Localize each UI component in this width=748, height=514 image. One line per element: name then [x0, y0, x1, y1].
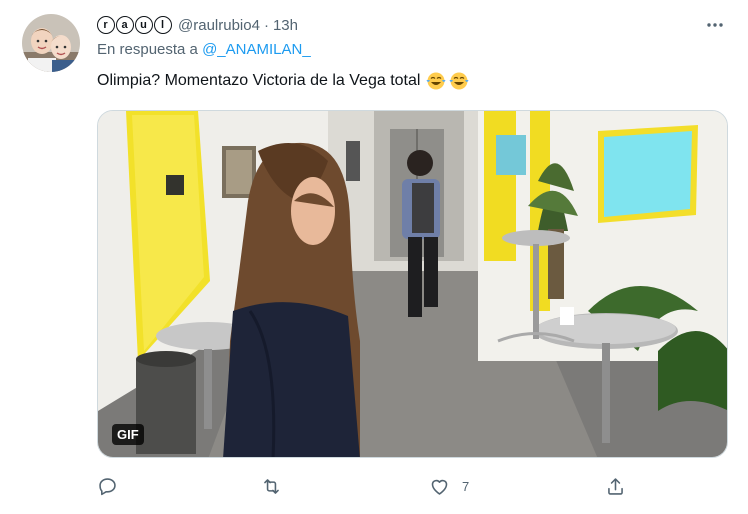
face-with-tears-of-joy-icon [426, 72, 446, 90]
share-icon [608, 477, 623, 495]
tweet-actions: 7 [97, 474, 637, 498]
name-letter: l [154, 16, 172, 34]
more-options-icon[interactable] [704, 14, 726, 36]
reply-icon [99, 477, 116, 495]
like-button[interactable]: 7 [429, 474, 469, 498]
name-letter: r [97, 16, 115, 34]
share-button[interactable] [605, 474, 638, 498]
gif-badge: GIF [112, 424, 144, 445]
tweet-header: r a u l @raulrubio4 · 13h [97, 14, 298, 36]
avatar[interactable] [22, 14, 80, 72]
avatar-image [22, 14, 80, 72]
reply-mention-link[interactable]: @_ANAMILAN_ [202, 41, 311, 58]
separator: · [263, 16, 269, 34]
author-display-name[interactable]: r a u l [97, 16, 173, 34]
reply-context: En respuesta a @_ANAMILAN_ [97, 41, 311, 58]
retweet-button[interactable] [261, 474, 294, 498]
like-count: 7 [462, 478, 470, 494]
heart-icon [431, 479, 448, 495]
name-letter: u [135, 16, 153, 34]
author-handle[interactable]: @raulrubio4 [178, 17, 260, 34]
gif-frame [98, 111, 727, 457]
tweet[interactable]: r a u l @raulrubio4 · 13h En respuesta a… [0, 0, 748, 514]
timestamp[interactable]: 13h [273, 17, 298, 34]
name-letter: a [116, 16, 134, 34]
reply-button[interactable] [97, 474, 130, 498]
reply-prefix: En respuesta a [97, 41, 198, 58]
retweet-icon [264, 478, 279, 494]
tweet-text: Olimpia? Momentazo Victoria de la Vega t… [97, 71, 469, 91]
face-with-tears-of-joy-icon [449, 72, 469, 90]
more-options-glyph [707, 23, 723, 27]
gif-media[interactable]: GIF [97, 110, 728, 458]
tweet-body: Olimpia? Momentazo Victoria de la Vega t… [97, 72, 421, 89]
